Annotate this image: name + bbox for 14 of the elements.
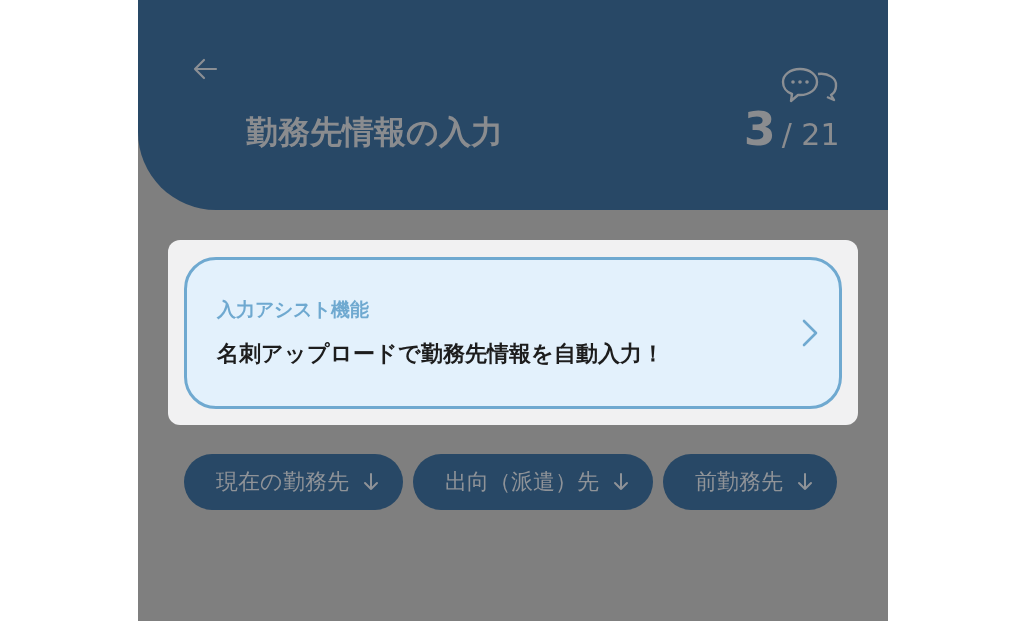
step-total: / 21 [781, 117, 840, 152]
chat-bubbles-icon[interactable] [779, 66, 840, 104]
arrow-down-icon [612, 472, 629, 492]
section-chip[interactable]: 現在の勤務先 [183, 454, 403, 510]
assist-card[interactable]: 入力アシスト機能 名刺アップロードで勤務先情報を自動入力！ [183, 257, 842, 409]
arrow-down-icon [796, 472, 813, 492]
chevron-right-icon [800, 318, 819, 348]
section-chip[interactable]: 出向（派遣）先 [412, 454, 653, 510]
assist-label: 入力アシスト機能 [216, 297, 370, 322]
page-title: 勤務先情報の入力 [245, 112, 503, 153]
step-number: 3 [743, 104, 776, 154]
section-chip[interactable]: 前勤務先 [662, 454, 837, 510]
assist-text: 名刺アップロードで勤務先情報を自動入力！ [216, 340, 664, 368]
arrow-down-icon [362, 472, 379, 492]
